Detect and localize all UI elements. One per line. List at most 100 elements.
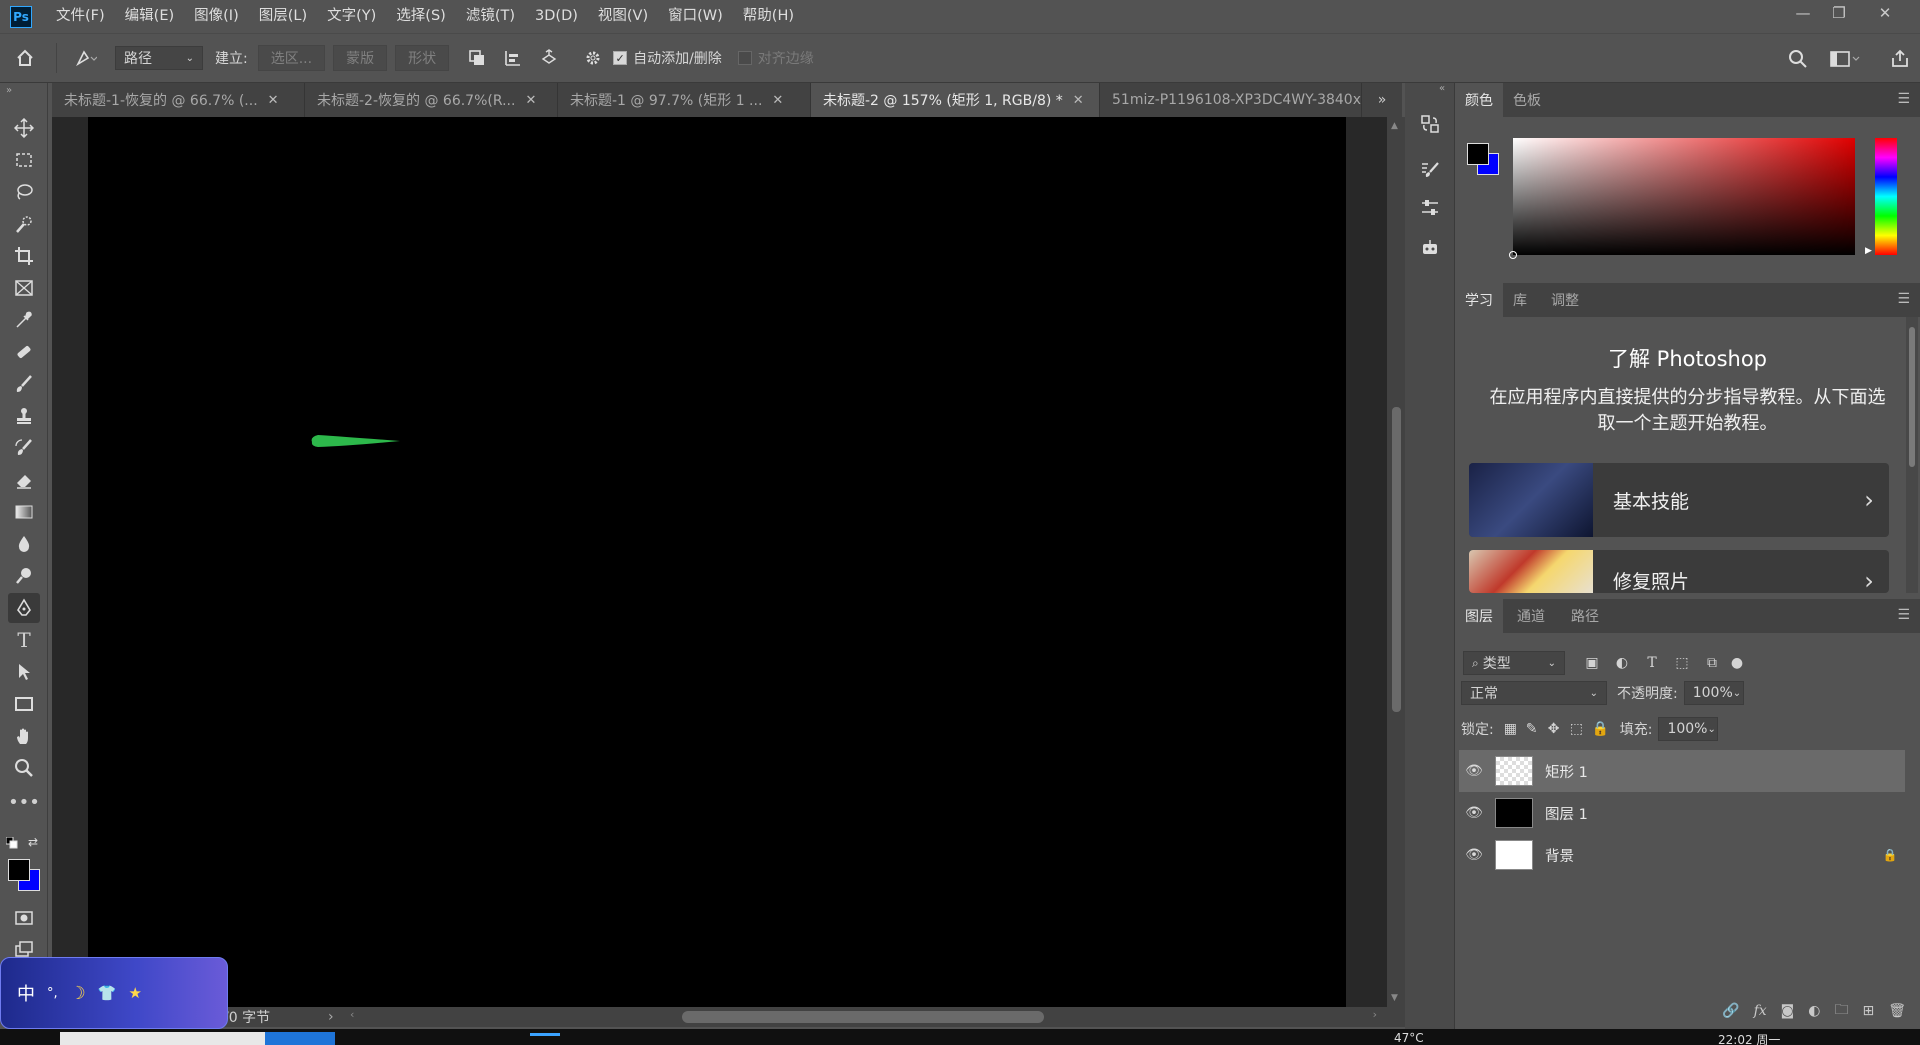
gear-icon[interactable] (577, 43, 609, 73)
menu-filter[interactable]: 滤镜(T) (456, 0, 525, 33)
ime-moon-icon[interactable]: ☽ (70, 983, 86, 1004)
lasso-tool-icon[interactable] (8, 177, 40, 207)
search-icon[interactable] (1788, 44, 1808, 74)
layer-row-rectangle-1[interactable]: 👁 矩形 1 (1459, 750, 1905, 792)
menu-image[interactable]: 图像(I) (184, 0, 249, 33)
taskbar-search-box[interactable] (60, 1032, 265, 1045)
properties-icon[interactable] (1415, 193, 1445, 223)
delete-layer-icon[interactable]: 🗑 (1888, 1003, 1906, 1019)
horizontal-scroll-thumb[interactable] (682, 1011, 1044, 1023)
color-picker-field[interactable] (1509, 138, 1855, 259)
close-icon[interactable]: ✕ (525, 93, 536, 108)
brush-settings-icon[interactable] (1415, 155, 1445, 185)
eye-icon[interactable]: 👁 (1459, 763, 1489, 779)
menu-view[interactable]: 视图(V) (588, 0, 658, 33)
layer-row-background[interactable]: 👁 背景 🔒 (1459, 834, 1905, 876)
menu-type[interactable]: 文字(Y) (317, 0, 386, 33)
scroll-down-icon[interactable]: ▼ (1391, 993, 1398, 1003)
path-mode-dropdown[interactable]: 路径 ⌄ (115, 46, 203, 70)
menu-3d[interactable]: 3D(D) (525, 0, 588, 33)
lock-all-icon[interactable]: 🔒 (1592, 721, 1614, 737)
tab-color[interactable]: 颜色 (1455, 83, 1503, 117)
fill-input[interactable]: 100% ⌄ (1658, 717, 1719, 741)
make-shape-button[interactable]: 形状 (395, 45, 450, 71)
marquee-tool-icon[interactable] (8, 145, 40, 175)
menu-file[interactable]: 文件(F) (46, 0, 115, 33)
filter-type-icon[interactable]: T (1637, 655, 1667, 671)
document-canvas[interactable] (88, 117, 1346, 1007)
layer-row-layer-1[interactable]: 👁 图层 1 (1459, 792, 1905, 834)
menu-help[interactable]: 帮助(H) (733, 0, 804, 33)
default-colors-icon[interactable] (5, 836, 18, 853)
scroll-right-icon[interactable]: › (1373, 1008, 1377, 1021)
tab-channels[interactable]: 通道 (1503, 599, 1559, 633)
tab-layers[interactable]: 图层 (1455, 599, 1503, 633)
link-layers-icon[interactable]: 🔗 (1722, 1003, 1739, 1019)
path-selection-tool-icon[interactable] (8, 657, 40, 687)
history-panel-icon[interactable] (1415, 109, 1445, 139)
quick-selection-tool-icon[interactable] (8, 209, 40, 239)
healing-brush-tool-icon[interactable] (8, 337, 40, 367)
hue-slider-handle-icon[interactable]: ▶ (1865, 246, 1872, 256)
filter-smart-object-icon[interactable]: ⧉ (1697, 655, 1727, 671)
plugins-icon[interactable] (1415, 233, 1445, 263)
opacity-input[interactable]: 100% ⌄ (1683, 681, 1744, 705)
learn-scroll-thumb[interactable] (1909, 327, 1915, 467)
eye-icon[interactable]: 👁 (1459, 847, 1489, 863)
filter-toggle-icon[interactable]: ● (1727, 655, 1747, 671)
scroll-up-icon[interactable]: ▲ (1391, 121, 1398, 131)
filter-pixel-icon[interactable]: ▣ (1577, 655, 1607, 671)
filter-shape-icon[interactable]: ⬚ (1667, 655, 1697, 671)
tab-doc-1[interactable]: 未标题-1-恢复的 @ 66.7% (... ✕ (52, 83, 305, 117)
vertical-scrollbar[interactable]: ▲ ▼ (1387, 117, 1405, 1007)
collapse-arrows-icon[interactable]: » (6, 85, 12, 96)
adjustment-layer-icon[interactable]: ◐ (1808, 1003, 1820, 1019)
status-menu-icon[interactable]: › (328, 1009, 334, 1025)
taskbar-app-button[interactable] (265, 1032, 335, 1045)
ime-skin-icon[interactable]: 👕 (98, 984, 117, 1002)
ime-toolbar[interactable]: 中 °, ☽ 👕 ★ (0, 957, 228, 1029)
tab-libraries[interactable]: 库 (1503, 283, 1537, 317)
more-tools-icon[interactable]: ••• (8, 787, 40, 817)
gradient-tool-icon[interactable] (8, 497, 40, 527)
ime-star-icon[interactable]: ★ (128, 984, 141, 1002)
panel-menu-icon[interactable]: ☰ (1897, 91, 1910, 107)
align-edges-checkbox[interactable]: 对齐边缘 (737, 43, 814, 73)
chevron-down-icon[interactable]: ⌄ (1733, 688, 1741, 699)
filter-adjustment-icon[interactable]: ◐ (1607, 655, 1637, 671)
vertical-scroll-thumb[interactable] (1392, 407, 1401, 712)
eraser-tool-icon[interactable] (8, 465, 40, 495)
card-fix-photo[interactable]: 修复照片 › (1469, 550, 1889, 593)
share-icon[interactable] (1890, 44, 1910, 74)
blend-mode-dropdown[interactable]: 正常 ⌄ (1461, 681, 1607, 705)
auto-add-delete-checkbox[interactable]: ✓ 自动添加/删除 (613, 43, 722, 73)
add-mask-icon[interactable]: ◙ (1781, 1003, 1795, 1019)
tab-swatches[interactable]: 色板 (1503, 83, 1551, 117)
menu-edit[interactable]: 编辑(E) (115, 0, 184, 33)
more-tabs-icon[interactable]: » (1362, 83, 1402, 117)
foreground-color-swatch[interactable] (1467, 143, 1489, 165)
layer-kind-filter[interactable]: ⌕ 类型 ⌄ (1463, 651, 1565, 675)
stamp-tool-icon[interactable] (8, 401, 40, 431)
tab-doc-3[interactable]: 未标题-1 @ 97.7% (矩形 1 ... ✕ (558, 83, 811, 117)
pen-tool-preset-icon[interactable] (63, 43, 109, 73)
panel-menu-icon[interactable]: ☰ (1897, 607, 1910, 623)
move-tool-icon[interactable] (8, 113, 40, 143)
quick-mask-icon[interactable] (8, 903, 40, 933)
tab-doc-2[interactable]: 未标题-2-恢复的 @ 66.7%(R... ✕ (305, 83, 558, 117)
restore-button[interactable]: ❐ (1822, 0, 1856, 26)
color-picker-cursor[interactable] (1509, 251, 1517, 259)
type-tool-icon[interactable]: T (8, 625, 40, 655)
fx-icon[interactable]: fx (1754, 1003, 1767, 1019)
lock-pixels-icon[interactable]: ✎ (1526, 721, 1548, 737)
eye-icon[interactable]: 👁 (1459, 805, 1489, 821)
ps-logo-icon[interactable]: Ps (10, 5, 32, 28)
make-mask-button[interactable]: 蒙版 (333, 45, 388, 71)
green-shape[interactable] (308, 430, 408, 460)
taskbar-active-app[interactable] (530, 1033, 560, 1036)
zoom-tool-icon[interactable] (8, 753, 40, 783)
ime-chinese-mode[interactable]: 中 (17, 980, 35, 1006)
lock-position-icon[interactable]: ✥ (1548, 721, 1570, 737)
hand-tool-icon[interactable] (8, 721, 40, 751)
lock-artboard-icon[interactable]: ⬚ (1570, 721, 1592, 737)
